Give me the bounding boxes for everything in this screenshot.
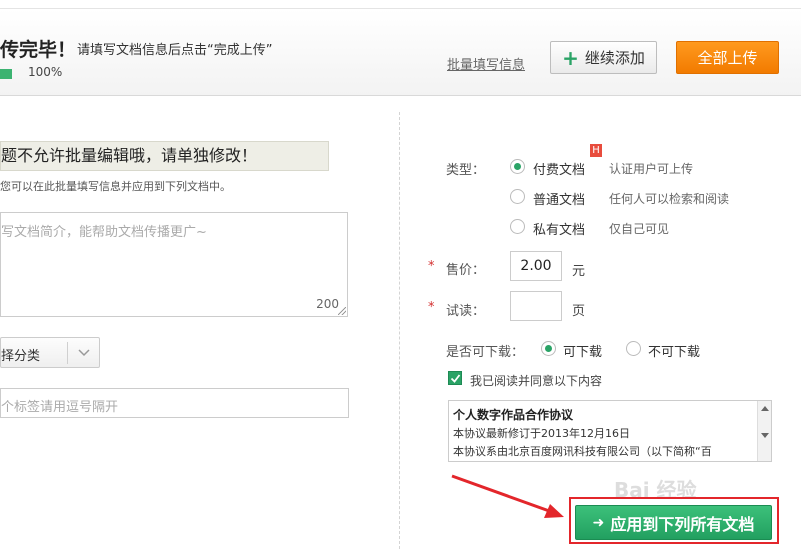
agree-label: 我已阅读并同意以下内容 [470,374,603,388]
category-select[interactable]: 择分类 [0,337,100,368]
radio-downloadable[interactable] [541,341,556,356]
radio-private[interactable] [510,219,525,234]
tags-input[interactable]: 个标签请用逗号隔开 [0,388,349,418]
radio-not-downloadable[interactable] [626,341,641,356]
agreement-textbox[interactable]: 个人数字作品合作协议 本协议最新修订于2013年12月16日 本协议系由北京百度… [448,400,772,462]
category-divider [67,342,68,364]
download-label: 是否可下载： [446,345,525,360]
page-title: 传完毕！ [0,39,77,61]
continue-add-label: 继续添加 [584,49,645,67]
option-private-label: 私有文档 [533,223,586,238]
trial-pages-input[interactable] [510,291,562,321]
resize-grip-icon[interactable] [338,307,346,315]
option-paid-desc: 认证用户可上传 [609,162,694,176]
continue-add-button[interactable]: + 继续添加 [550,41,657,74]
panel-divider [399,112,400,549]
summary-textarea[interactable]: 写文档简介，能帮助文档传播更广~ 200 [0,212,348,317]
upload-header: 传完毕！ 请填写文档信息后点击“完成上传” 100% 批量填写信息 + 继续添加… [0,8,801,96]
scroll-up-icon[interactable] [761,406,769,411]
required-mark-trial: * [428,300,435,315]
option-paid-label: 付费文档 [533,163,586,178]
option-private-desc: 仅自己可见 [609,222,670,236]
option-downloadable-label: 可下载 [563,345,603,360]
progress-percent: 100% [28,65,63,79]
required-mark-price: * [428,259,435,274]
price-unit: 元 [572,264,586,279]
summary-char-count: 200 [316,297,339,311]
scroll-down-icon[interactable] [761,433,769,438]
option-normal-label: 普通文档 [533,193,586,208]
trial-unit: 页 [572,304,586,319]
chevron-down-icon [78,349,90,357]
summary-placeholder: 写文档简介，能帮助文档传播更广~ [1,225,207,240]
progress-bar [0,69,12,79]
upload-all-button[interactable]: 全部上传 [676,41,779,74]
apply-to-all-button[interactable]: ➜ 应用到下列所有文档 [575,505,772,540]
annotation-arrow-icon [451,474,564,518]
agreement-line-2: 本协议系由北京百度网讯科技有限公司（以下简称“百 [453,445,712,458]
option-normal-desc: 任何人可以检索和阅读 [609,192,730,206]
agree-checkbox[interactable] [448,371,462,385]
page-subtitle: 请填写文档信息后点击“完成上传” [77,43,273,58]
batch-edit-warning: 题不允许批量编辑哦，请单独修改！ [0,141,329,171]
agreement-title: 个人数字作品合作协议 [453,408,574,422]
agreement-line-1: 本协议最新修订于2013年12月16日 [453,427,630,440]
apply-to-all-label: 应用到下列所有文档 [610,514,755,534]
type-label: 类型： [446,163,486,178]
radio-paid[interactable] [510,159,525,174]
checkmark-icon [450,374,461,383]
price-input[interactable]: 2.00 [510,251,562,281]
hot-badge: H [590,144,602,157]
price-label: 售价： [446,263,486,278]
category-label: 择分类 [1,349,41,364]
radio-normal[interactable] [510,189,525,204]
option-not-downloadable-label: 不可下载 [648,345,701,360]
tags-placeholder: 个标签请用逗号隔开 [1,400,119,415]
plus-icon: + [562,45,579,70]
trial-label: 试读： [446,304,486,319]
batch-fill-link[interactable]: 批量填写信息 [447,54,525,73]
arrow-right-icon: ➜ [592,514,605,531]
batch-hint: 您可以在此批量填写信息并应用到下列文档中。 [0,180,231,193]
agreement-scrollbar[interactable] [757,401,771,461]
